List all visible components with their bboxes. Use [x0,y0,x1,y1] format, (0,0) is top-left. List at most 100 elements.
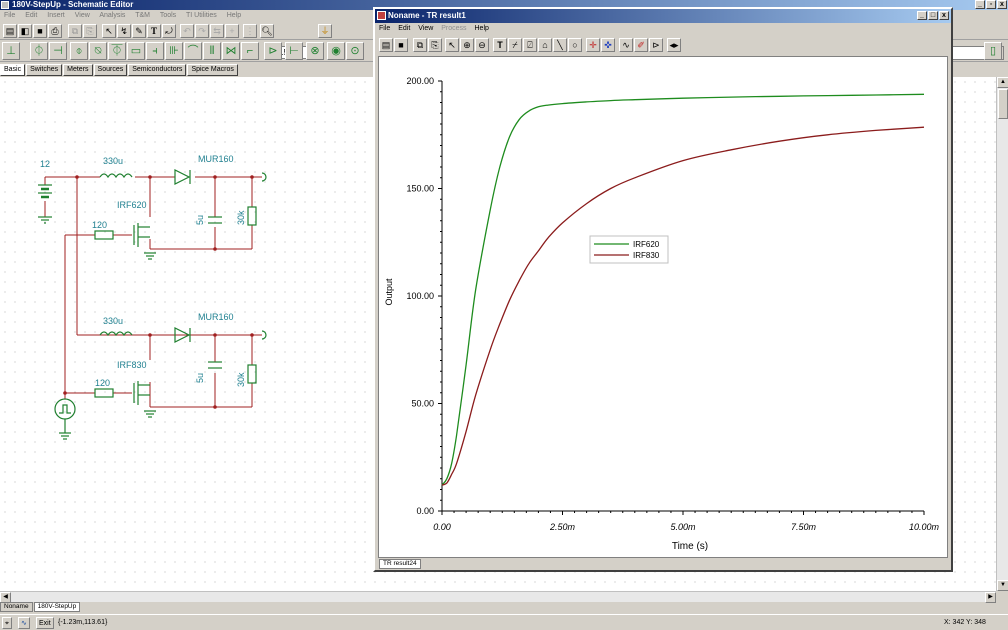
result-close-button[interactable]: x [939,11,949,20]
result-cursor-b-icon[interactable]: ⍁ [523,38,537,52]
coupling-icon[interactable]: ⋈ [222,42,240,60]
result-arrows-icon[interactable]: ◂▸ [667,38,681,52]
menu-tm[interactable]: T&M [135,12,150,19]
vertical-scroll-thumb[interactable] [998,89,1008,119]
plot-area[interactable]: 0.00 50.00 100.00 150.00 200.00 0.00 2.50m 5.00… [378,56,948,558]
result-pointer-icon[interactable]: ↖ [445,38,459,52]
menu-ti-utilities[interactable]: TI Utilities [186,12,217,19]
battery-icon[interactable]: ⊣ [49,42,67,60]
tab-meters[interactable]: Meters [63,64,93,76]
result-marker-icon[interactable]: ⌂ [538,38,552,52]
print-icon[interactable]: ⎙ [48,24,62,38]
tab-basic[interactable]: Basic [0,64,26,76]
tab-sources[interactable]: Sources [93,64,128,76]
transformer-icon[interactable]: ⫴ [203,42,221,60]
analysis-icon[interactable]: ⏚ [318,24,332,38]
result-curve-icon[interactable]: ∿ [619,38,633,52]
scroll-up-icon[interactable]: ▲ [997,77,1008,88]
menu-help[interactable]: Help [227,12,241,19]
canvas-horizontal-scrollbar[interactable]: ◀ ▶ [0,591,996,603]
new-icon[interactable]: ◧ [18,24,32,38]
tab-spice-macros[interactable]: Spice Macros [187,64,238,76]
result-open-icon[interactable]: ▤ [379,38,393,52]
result-maximize-button[interactable]: □ [928,11,938,20]
undo-icon[interactable]: ↶ [180,24,194,38]
result-text-icon[interactable]: T [493,38,507,52]
status-wave-icon[interactable]: ∿ [18,617,30,629]
scroll-right-icon[interactable]: ▶ [985,592,996,603]
result-cursor-a-icon[interactable]: ⌿ [508,38,522,52]
pen-icon[interactable]: ✎ [132,24,146,38]
status-tool-icon[interactable]: ⌖ [2,617,12,629]
flip-icon[interactable]: ⇆ [210,24,224,38]
result-window-title: Noname - TR result1 [388,11,466,20]
scroll-down-icon[interactable]: ▼ [997,580,1008,591]
main-close-button[interactable]: x [997,0,1007,9]
meter-icon[interactable]: ◉ [327,42,345,60]
doc-tab-noname[interactable]: Noname [0,602,33,612]
result-save-icon[interactable]: ■ [394,38,408,52]
inductor-icon[interactable]: ⌒ [184,42,202,60]
doc-tab-180v-stepup[interactable]: 180V-StepUp [33,602,81,612]
ac-source-icon[interactable]: ⍉ [89,42,107,60]
switch-icon[interactable]: ⌐ [241,42,259,60]
open-icon[interactable]: ▤ [3,24,17,38]
y-tick-label: 50.00 [411,399,434,409]
result-zoom-out-icon[interactable]: ⊖ [475,38,489,52]
result-line-icon[interactable]: ╲ [553,38,567,52]
redo-icon[interactable]: ↷ [195,24,209,38]
copy-icon[interactable]: ⧉ [68,24,82,38]
menu-analysis[interactable]: Analysis [99,12,125,19]
paste-icon[interactable]: ⎘ [83,24,97,38]
tab-switches[interactable]: Switches [26,64,63,76]
result-tab[interactable]: TR result24 [379,559,421,569]
jumper-icon[interactable]: ⊢ [285,42,303,60]
pulse-source-icon[interactable]: ⏁ [108,42,126,60]
result-minimize-button[interactable]: _ [917,11,927,20]
result-crosshair-icon[interactable]: ✛ [586,38,600,52]
diode-icon[interactable]: ⊳ [264,42,282,60]
result-title-bar: Noname - TR result1 _ □ x [375,9,951,23]
result-tag-icon[interactable]: ✐ [634,38,648,52]
result-menu-file[interactable]: File [379,25,390,32]
main-minimize-button[interactable]: _ [975,0,985,9]
rotate-icon[interactable]: ⤾ [162,24,176,38]
menu-insert[interactable]: Insert [47,12,65,19]
result-menu-view[interactable]: View [418,25,433,32]
menu-edit[interactable]: Edit [25,12,37,19]
menu-tools[interactable]: Tools [160,12,176,19]
potentiometer-icon[interactable]: ⫞ [146,42,164,60]
voltage-source-icon[interactable]: ⏀ [30,42,48,60]
lamp-icon[interactable]: ⊗ [306,42,324,60]
text-icon[interactable]: T [147,24,161,38]
source-voltage-label: 12 [40,159,50,169]
ground-symbol-icon[interactable]: ⊥ [2,42,20,60]
result-menu-process[interactable]: Process [441,25,466,32]
result-paste-icon[interactable]: ⎘ [428,38,442,52]
menu-view[interactable]: View [75,12,90,19]
save-icon[interactable]: ■ [33,24,47,38]
tab-semiconductors[interactable]: Semiconductors [128,64,187,76]
current-source-icon[interactable]: ⌽ [70,42,88,60]
main-restore-button[interactable]: ▫ [986,0,996,9]
result-circle-icon[interactable]: ○ [568,38,582,52]
result-flag-icon[interactable]: ⊳ [649,38,663,52]
select-arrow-icon[interactable]: ↖ [102,24,116,38]
zoom-icon[interactable]: 🔍︎ [260,24,274,38]
add-icon[interactable]: + [225,24,239,38]
x-tick-label: 7.50m [791,522,817,532]
capacitor-icon[interactable]: ⊪ [165,42,183,60]
result-crosshair2-icon[interactable]: ✜ [601,38,615,52]
exit-button[interactable]: Exit [36,617,54,629]
resistor-icon[interactable]: ▭ [127,42,145,60]
probe-icon[interactable]: ⊙ [346,42,364,60]
result-menu-help[interactable]: Help [475,25,489,32]
result-menu-edit[interactable]: Edit [398,25,410,32]
toolbar-scroll-icon[interactable]: ▯ [984,42,1002,60]
canvas-vertical-scrollbar[interactable]: ▲ ▼ [996,77,1008,591]
grid-icon[interactable]: ⋮ [243,24,257,38]
result-zoom-in-icon[interactable]: ⊕ [460,38,474,52]
menu-file[interactable]: File [4,12,15,19]
result-copy-icon[interactable]: ⧉ [413,38,427,52]
wire-icon[interactable]: ↯ [117,24,131,38]
